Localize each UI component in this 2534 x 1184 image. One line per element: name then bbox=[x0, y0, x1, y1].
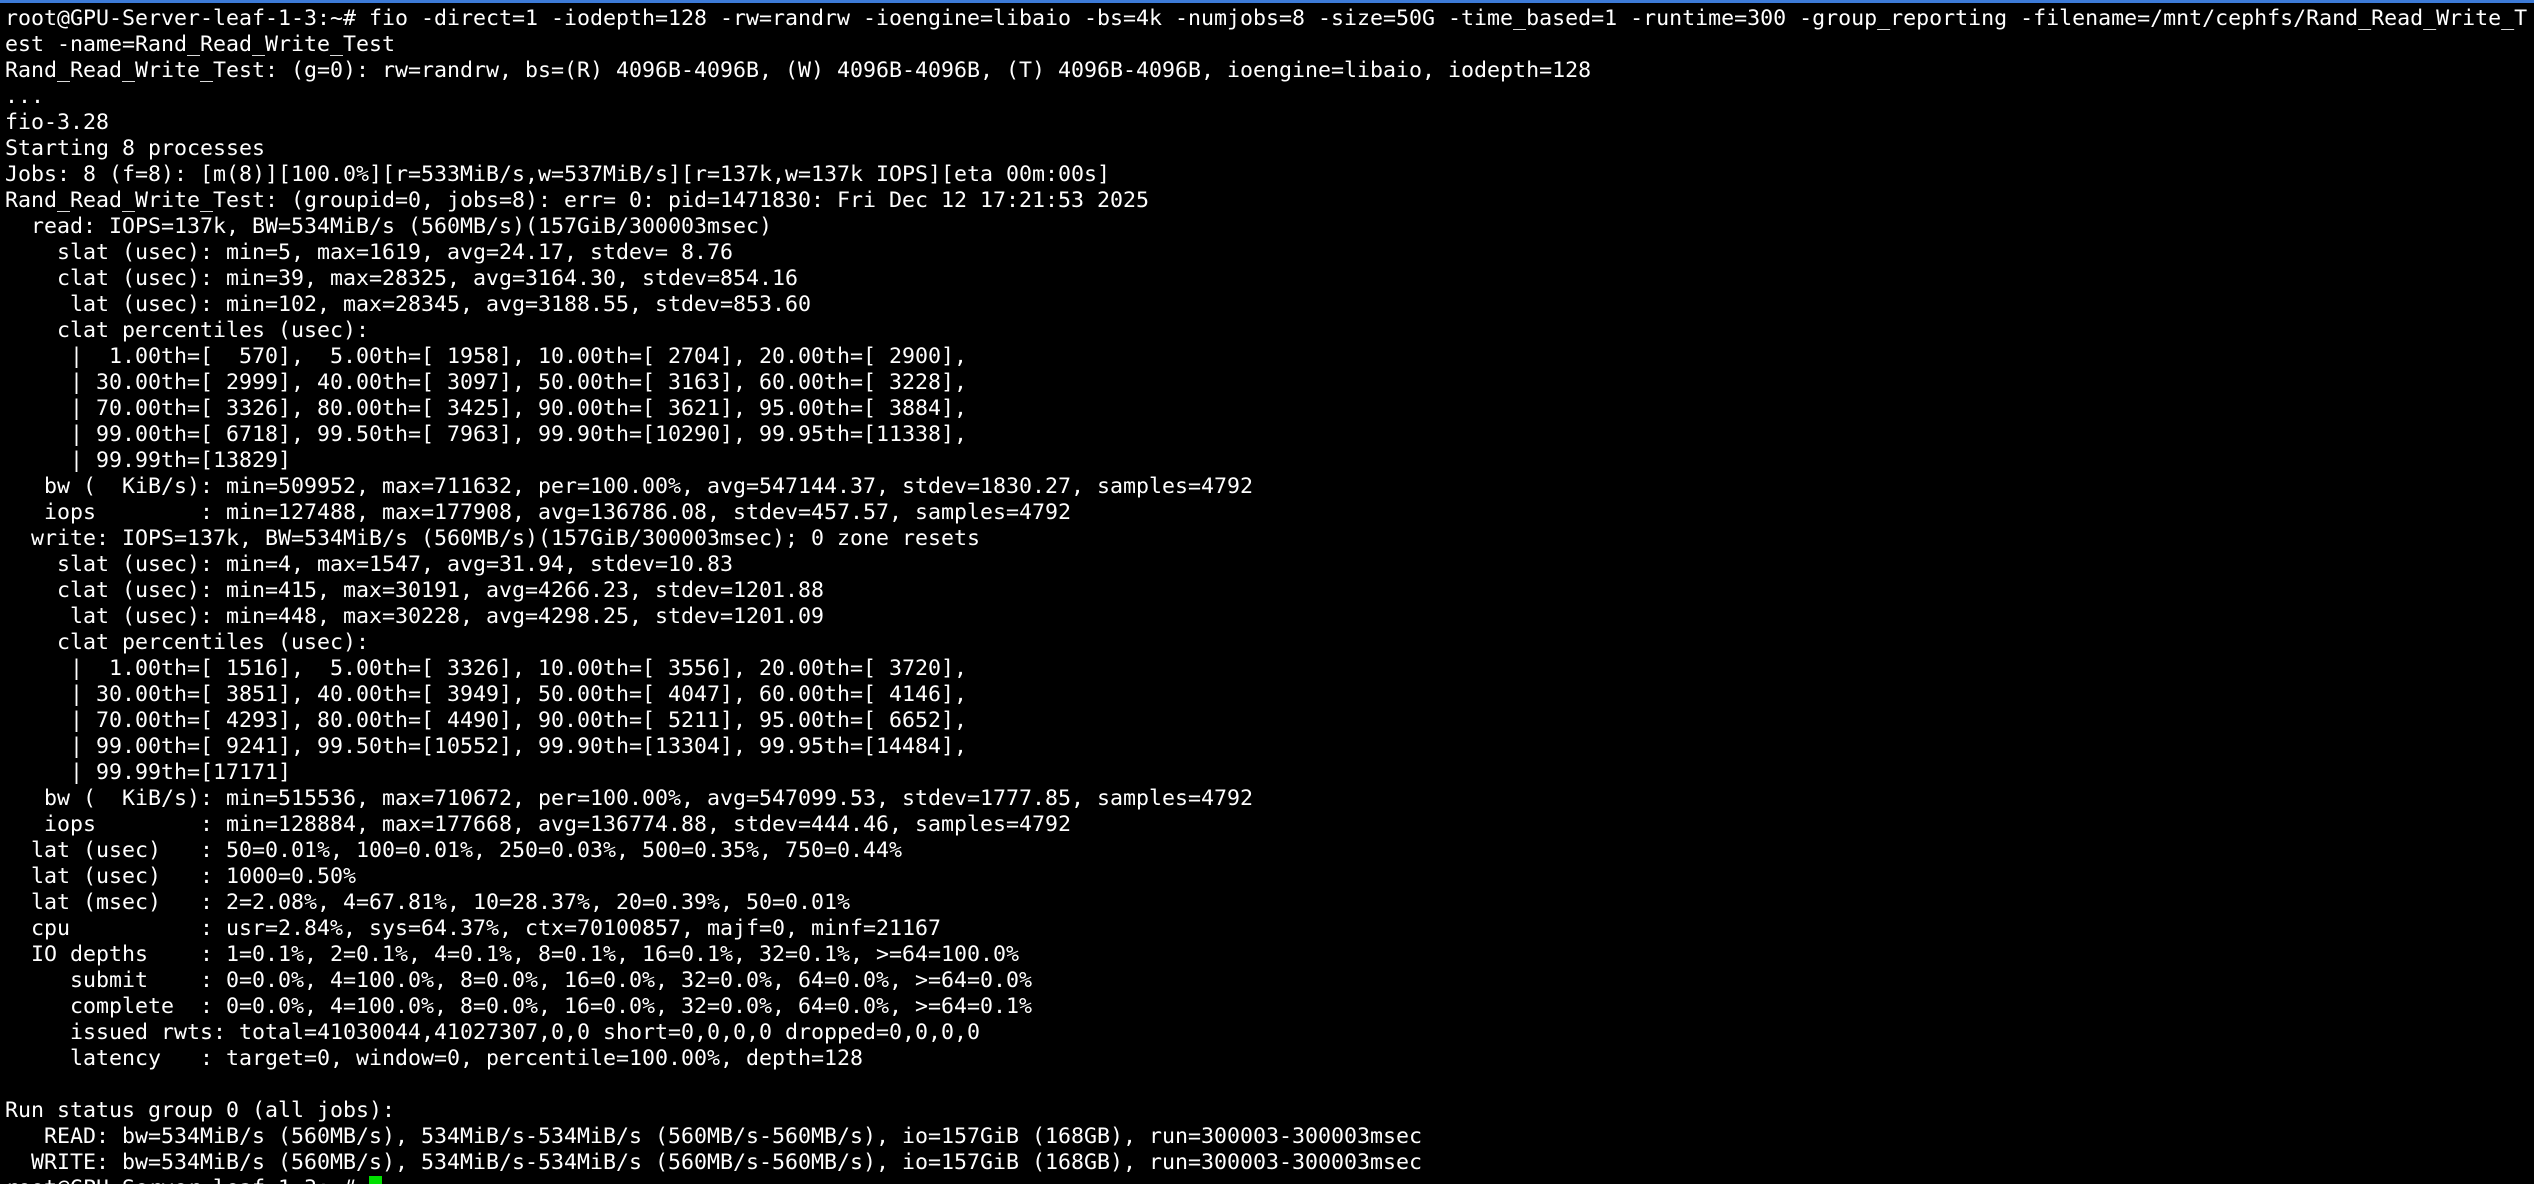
terminal-line: | 1.00th=[ 570], 5.00th=[ 1958], 10.00th… bbox=[5, 344, 968, 369]
terminal-line: | 30.00th=[ 2999], 40.00th=[ 3097], 50.0… bbox=[5, 370, 968, 395]
terminal-line: Rand_Read_Write_Test: (g=0): rw=randrw, … bbox=[5, 58, 1592, 83]
terminal-line: lat (usec): min=448, max=30228, avg=4298… bbox=[5, 604, 825, 629]
terminal-line: read: IOPS=137k, BW=534MiB/s (560MB/s)(1… bbox=[5, 214, 773, 239]
terminal-line: bw ( KiB/s): min=509952, max=711632, per… bbox=[5, 474, 1254, 499]
terminal-line: | 30.00th=[ 3851], 40.00th=[ 3949], 50.0… bbox=[5, 682, 968, 707]
terminal-line: slat (usec): min=5, max=1619, avg=24.17,… bbox=[5, 240, 734, 265]
terminal-line: lat (usec) : 1000=0.50% bbox=[5, 864, 357, 889]
terminal-line: latency : target=0, window=0, percentile… bbox=[5, 1046, 864, 1071]
terminal-line: clat (usec): min=415, max=30191, avg=426… bbox=[5, 578, 825, 603]
terminal-line: clat percentiles (usec): bbox=[5, 630, 370, 655]
terminal-line: Starting 8 processes bbox=[5, 136, 266, 161]
terminal-line: Rand_Read_Write_Test: (groupid=0, jobs=8… bbox=[5, 188, 1150, 213]
terminal-line: | 99.00th=[ 9241], 99.50th=[10552], 99.9… bbox=[5, 734, 968, 759]
terminal-line: ... bbox=[5, 84, 45, 109]
terminal-line: complete : 0=0.0%, 4=100.0%, 8=0.0%, 16=… bbox=[5, 994, 1033, 1019]
shell-prompt: root@GPU-Server-leaf-1-3:~# bbox=[5, 1176, 369, 1184]
terminal-line: issued rwts: total=41030044,41027307,0,0… bbox=[5, 1020, 981, 1045]
terminal-top-accent bbox=[0, 0, 2534, 3]
text-cursor bbox=[369, 1176, 383, 1184]
terminal-line: iops : min=128884, max=177668, avg=13677… bbox=[5, 812, 1072, 837]
terminal-line: bw ( KiB/s): min=515536, max=710672, per… bbox=[5, 786, 1254, 811]
terminal-line: READ: bw=534MiB/s (560MB/s), 534MiB/s-53… bbox=[5, 1124, 1423, 1149]
terminal-line: submit : 0=0.0%, 4=100.0%, 8=0.0%, 16=0.… bbox=[5, 968, 1033, 993]
terminal-line: Run status group 0 (all jobs): bbox=[5, 1098, 396, 1123]
terminal-line: | 1.00th=[ 1516], 5.00th=[ 3326], 10.00t… bbox=[5, 656, 968, 681]
terminal-line: lat (usec) : 50=0.01%, 100=0.01%, 250=0.… bbox=[5, 838, 903, 863]
terminal-line: est -name=Rand_Read_Write_Test bbox=[5, 32, 396, 57]
terminal-line: WRITE: bw=534MiB/s (560MB/s), 534MiB/s-5… bbox=[5, 1150, 1423, 1175]
terminal-line: write: IOPS=137k, BW=534MiB/s (560MB/s)(… bbox=[5, 526, 981, 551]
terminal-line: clat (usec): min=39, max=28325, avg=3164… bbox=[5, 266, 799, 291]
terminal-line: IO depths : 1=0.1%, 2=0.1%, 4=0.1%, 8=0.… bbox=[5, 942, 1020, 967]
terminal-line: | 99.00th=[ 6718], 99.50th=[ 7963], 99.9… bbox=[5, 422, 968, 447]
terminal-line: lat (msec) : 2=2.08%, 4=67.81%, 10=28.37… bbox=[5, 890, 851, 915]
prompt-line[interactable]: root@GPU-Server-leaf-1-3:~# bbox=[5, 1176, 2527, 1184]
terminal-line: fio-3.28 bbox=[5, 110, 110, 135]
terminal-line: | 99.99th=[17171] bbox=[5, 760, 292, 785]
terminal-line: | 70.00th=[ 3326], 80.00th=[ 3425], 90.0… bbox=[5, 396, 968, 421]
terminal-line: Jobs: 8 (f=8): [m(8)][100.0%][r=533MiB/s… bbox=[5, 162, 1111, 187]
terminal-line: root@GPU-Server-leaf-1-3:~# fio -direct=… bbox=[5, 6, 2528, 31]
terminal-line: clat percentiles (usec): bbox=[5, 318, 370, 343]
terminal-window[interactable]: root@GPU-Server-leaf-1-3:~# fio -direct=… bbox=[0, 0, 2534, 1184]
terminal-line: iops : min=127488, max=177908, avg=13678… bbox=[5, 500, 1072, 525]
terminal-line: cpu : usr=2.84%, sys=64.37%, ctx=7010085… bbox=[5, 916, 942, 941]
terminal-line: lat (usec): min=102, max=28345, avg=3188… bbox=[5, 292, 812, 317]
terminal-line: | 99.99th=[13829] bbox=[5, 448, 292, 473]
terminal-line: | 70.00th=[ 4293], 80.00th=[ 4490], 90.0… bbox=[5, 708, 968, 733]
terminal-output: root@GPU-Server-leaf-1-3:~# fio -direct=… bbox=[5, 6, 2527, 1184]
terminal-line: slat (usec): min=4, max=1547, avg=31.94,… bbox=[5, 552, 734, 577]
